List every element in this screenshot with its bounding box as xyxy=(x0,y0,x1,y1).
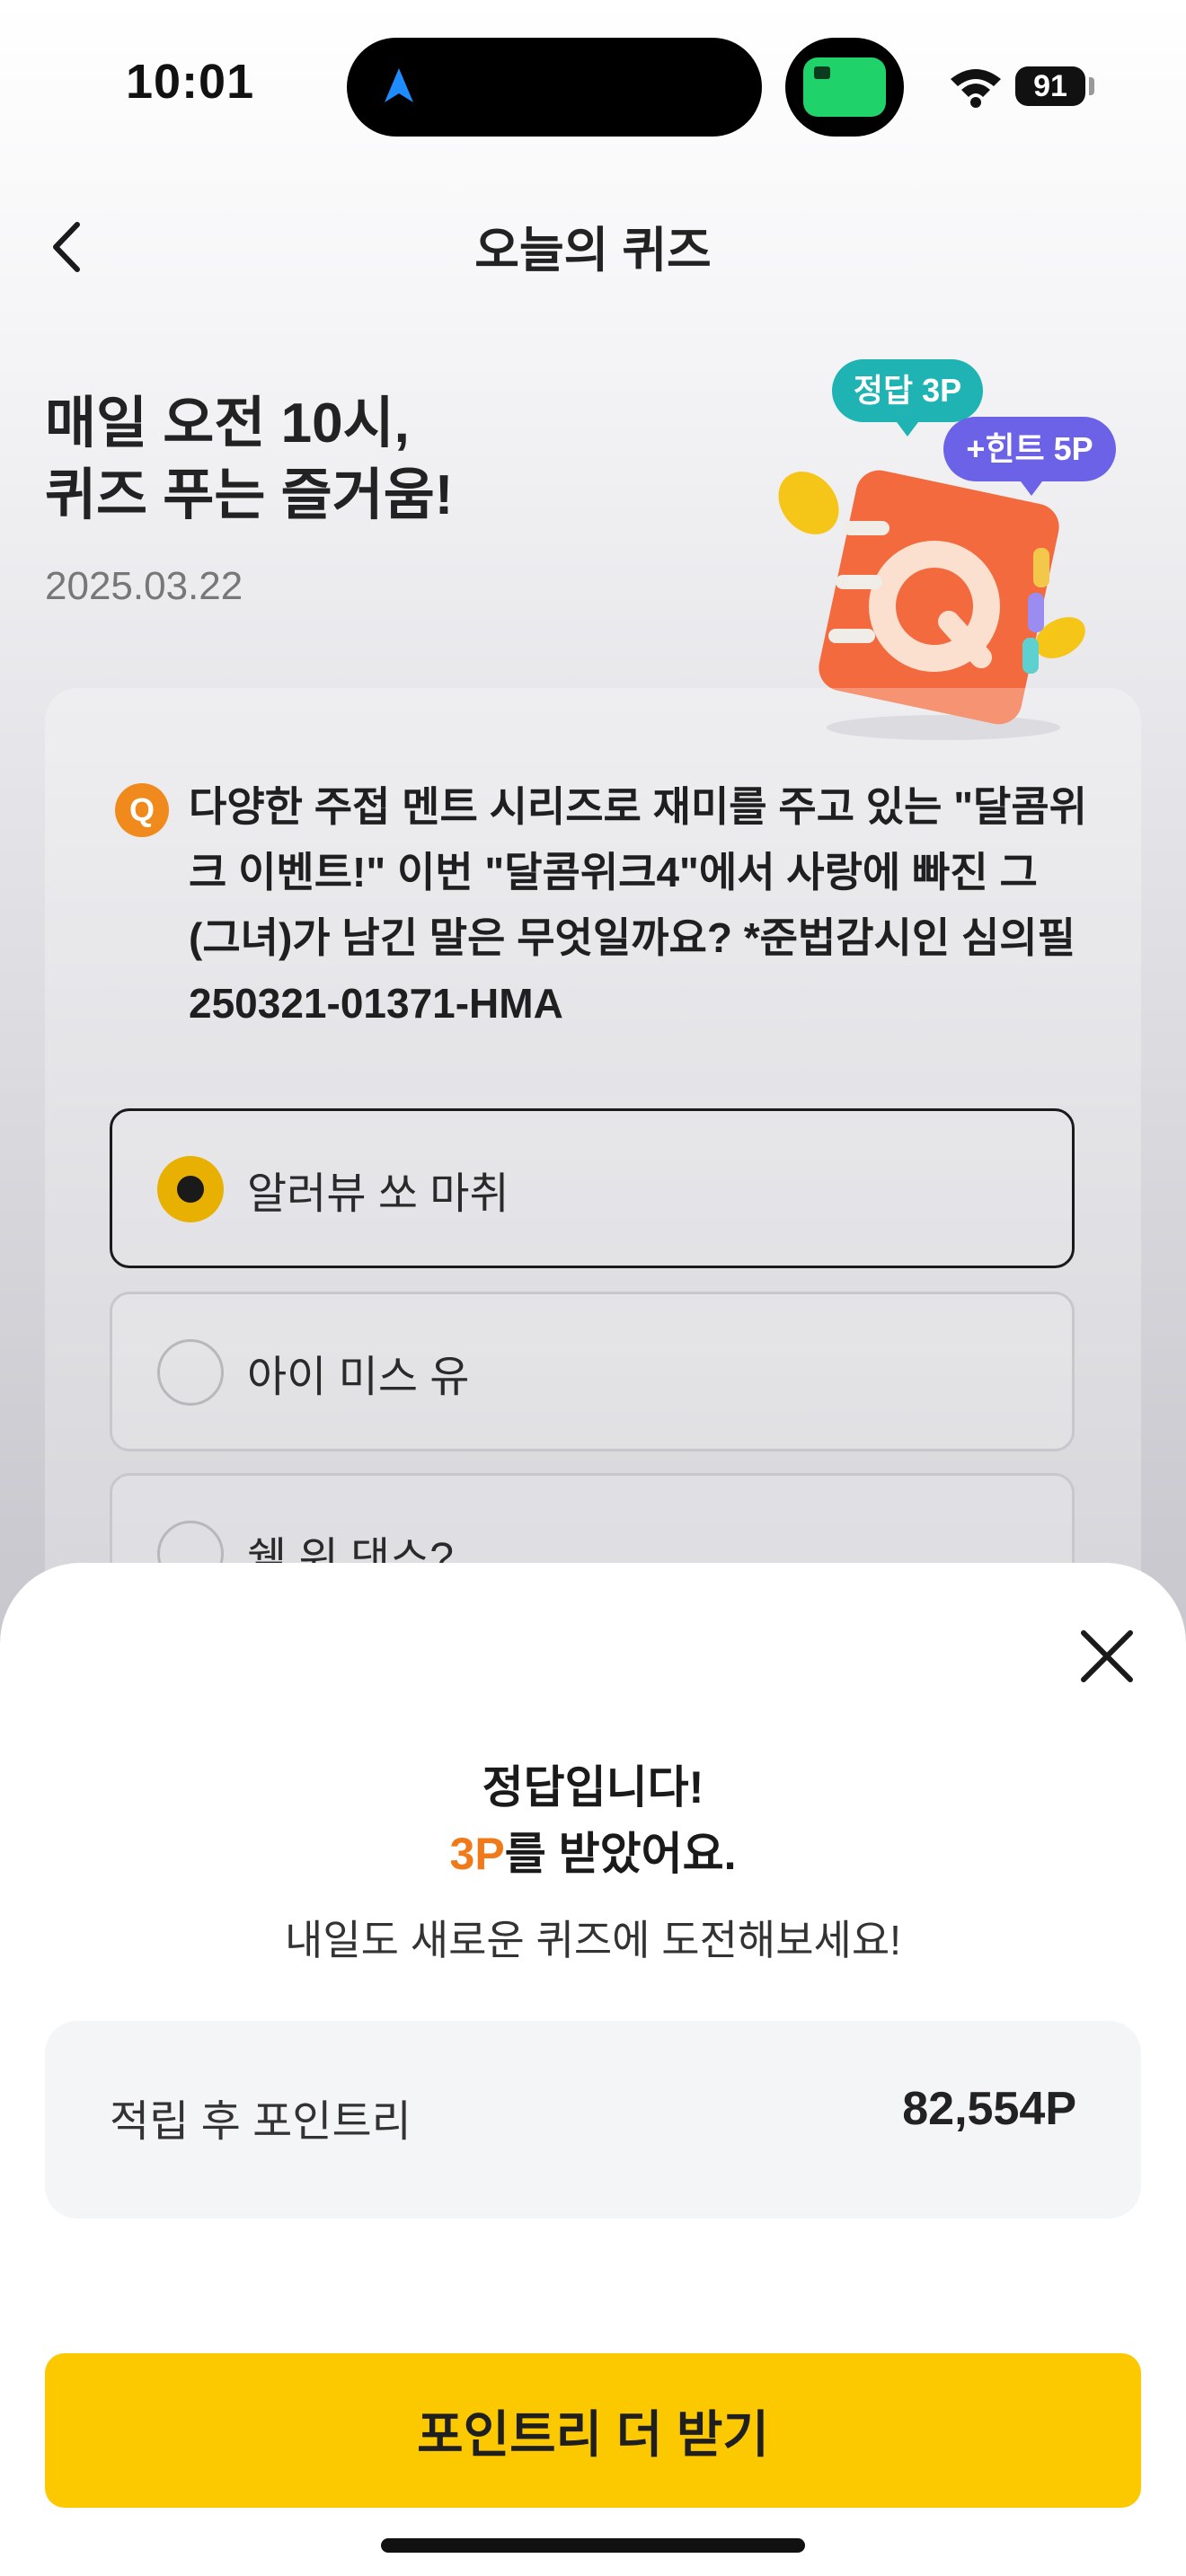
answer-option-2[interactable]: 아이 미스 유 xyxy=(110,1292,1075,1451)
question-text: 다양한 주접 멘트 시리즈로 재미를 주고 있는 "달콤위크 이벤트!" 이번 … xyxy=(189,783,1087,1027)
wifi-icon xyxy=(951,69,1001,108)
live-activity-icon xyxy=(803,57,886,117)
live-activity-pill[interactable] xyxy=(785,38,904,137)
radio-unselected-icon[interactable] xyxy=(157,1339,224,1406)
home-indicator[interactable] xyxy=(381,2538,805,2553)
result-title: 정답입니다! xyxy=(482,1762,704,1813)
navigation-arrow-icon xyxy=(385,68,413,102)
page-title: 오늘의 퀴즈 xyxy=(474,224,712,278)
points-balance-label: 적립 후 포인트리 xyxy=(110,2098,412,2146)
status-time: 10:01 xyxy=(126,55,255,109)
answer-option-label: 아이 미스 유 xyxy=(247,1354,470,1401)
quiz-date: 2025.03.22 xyxy=(45,564,243,608)
close-icon[interactable] xyxy=(1075,1624,1139,1689)
radio-selected-icon[interactable] xyxy=(157,1156,224,1222)
answer-points-badge: 정답 3P xyxy=(832,359,983,437)
hero-title: 매일 오전 10시, 퀴즈 푸는 즐거움! xyxy=(45,393,454,526)
earned-points-suffix: 를 받았어요. xyxy=(504,1829,737,1879)
result-subtitle: 내일도 새로운 퀴즈에 도전해보세요! xyxy=(285,1917,901,1963)
question-q-icon: Q xyxy=(115,783,169,837)
answer-option-1[interactable]: 알러뷰 쏘 마취 xyxy=(110,1108,1075,1268)
battery-tip xyxy=(1089,77,1094,95)
earned-points: 3P xyxy=(449,1829,505,1879)
answer-option-label: 알러뷰 쏘 마취 xyxy=(247,1170,509,1218)
battery-icon: 91 xyxy=(1015,66,1085,106)
get-more-points-button[interactable]: 포인트리 더 받기 xyxy=(45,2353,1141,2508)
points-balance-value: 82,554P xyxy=(902,2083,1076,2135)
result-points-message: 3P를 받았어요. xyxy=(0,1818,1186,1883)
